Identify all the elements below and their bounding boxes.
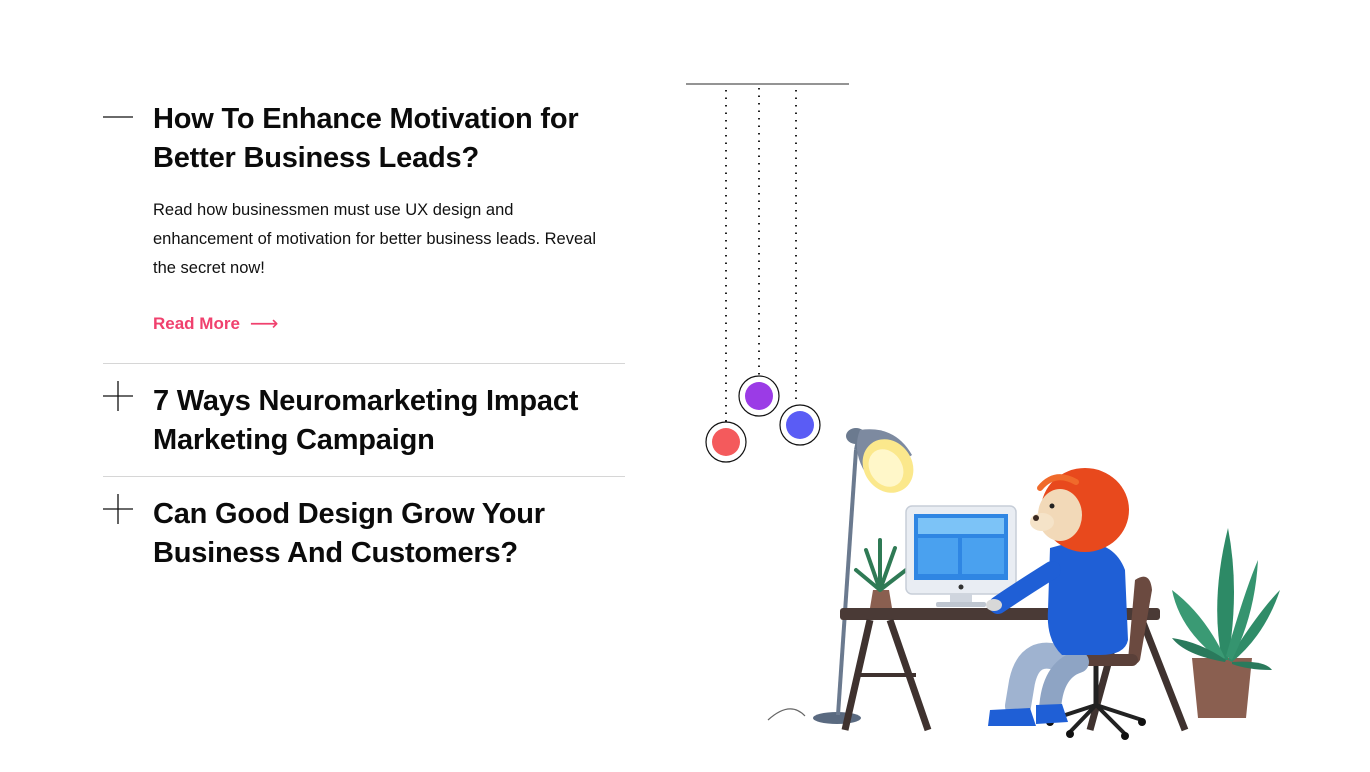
minus-icon[interactable] [103, 102, 133, 132]
accordion-title-2[interactable]: 7 Ways Neuromarketing Impact Marketing C… [153, 382, 625, 460]
accordion-header-1[interactable]: How To Enhance Motivation for Better Bus… [103, 100, 625, 178]
plus-icon[interactable] [103, 381, 133, 411]
lion-at-desk-illustration [686, 83, 1280, 740]
blog-accordion: How To Enhance Motivation for Better Bus… [103, 0, 625, 573]
accordion-item-2: 7 Ways Neuromarketing Impact Marketing C… [103, 364, 625, 477]
blue-ball [786, 411, 814, 439]
read-more-link[interactable]: Read More ⟶ [153, 314, 279, 334]
accordion-item-3: Can Good Design Grow Your Business And C… [103, 477, 625, 573]
accordion-header-3[interactable]: Can Good Design Grow Your Business And C… [103, 494, 625, 573]
hanging-balls-decoration [686, 83, 849, 463]
computer-monitor [905, 505, 1017, 607]
accordion-title-1[interactable]: How To Enhance Motivation for Better Bus… [153, 100, 625, 178]
purple-ball [745, 382, 773, 410]
accordion-header-2[interactable]: 7 Ways Neuromarketing Impact Marketing C… [103, 381, 625, 460]
accordion-item-1: How To Enhance Motivation for Better Bus… [103, 0, 625, 364]
red-ball [712, 428, 740, 456]
potted-plant [1172, 528, 1280, 718]
article-description: Read how businessmen must use UX design … [153, 201, 597, 277]
accordion-body-1: Read how businessmen must use UX design … [103, 196, 625, 334]
read-more-label: Read More [153, 314, 240, 333]
accordion-title-3[interactable]: Can Good Design Grow Your Business And C… [153, 495, 625, 573]
plus-icon[interactable] [103, 494, 133, 524]
arrow-right-icon: ⟶ [249, 313, 279, 335]
desk-plant [854, 538, 908, 608]
